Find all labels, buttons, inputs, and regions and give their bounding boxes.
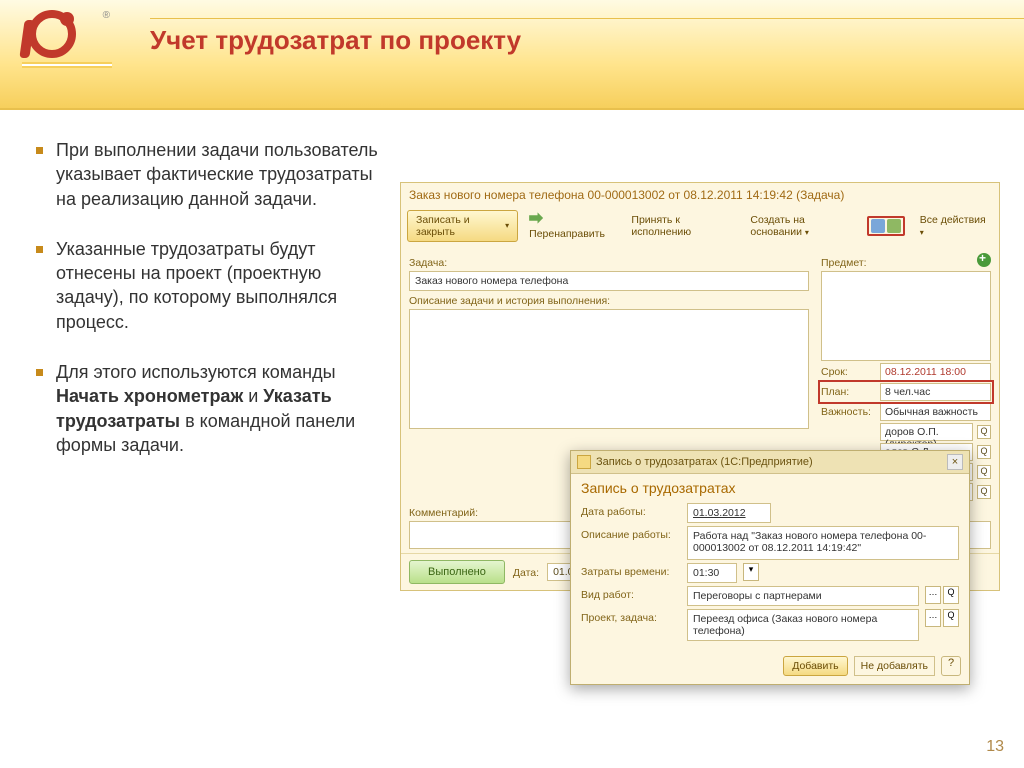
label-desc: Описание задачи и история выполнения: bbox=[409, 295, 809, 307]
forward-button[interactable]: Перенаправить bbox=[522, 207, 620, 244]
work-date-input[interactable]: 01.03.2012 bbox=[687, 503, 771, 523]
highlighted-commands bbox=[867, 216, 905, 236]
logo-1c: ® bbox=[22, 10, 112, 70]
help-icon[interactable]: ? bbox=[941, 656, 961, 676]
labor-icon[interactable] bbox=[887, 219, 901, 233]
importance-field[interactable]: Обычная важность bbox=[880, 403, 991, 421]
time-spent-input[interactable]: 01:30 bbox=[687, 563, 737, 583]
desc-textarea[interactable] bbox=[409, 309, 809, 429]
lookup-icon[interactable]: Q bbox=[977, 465, 991, 479]
bullet-list: При выполнении задачи пользователь указы… bbox=[0, 110, 400, 728]
lookup-icon[interactable]: Q bbox=[943, 609, 959, 627]
slide-title: Учет трудозатрат по проекту bbox=[150, 25, 1024, 56]
labor-dialog: Запись о трудозатратах (1С:Предприятие) … bbox=[570, 450, 970, 685]
accept-button[interactable]: Принять к исполнению bbox=[624, 210, 739, 242]
task-input[interactable]: Заказ нового номера телефона bbox=[409, 271, 809, 291]
page-number: 13 bbox=[986, 738, 1004, 756]
toolbar: Записать и закрыть▾ Перенаправить Принят… bbox=[401, 202, 999, 249]
bullet-item: При выполнении задачи пользователь указы… bbox=[36, 138, 390, 211]
add-button[interactable]: Добавить bbox=[783, 656, 847, 676]
bullet-item: Указанные трудозатраты будут отнесены на… bbox=[36, 237, 390, 334]
work-kind-input[interactable]: Переговоры с партнерами bbox=[687, 586, 919, 606]
lookup-icon[interactable]: Q bbox=[977, 445, 991, 459]
lookup-icon[interactable]: Q bbox=[977, 485, 991, 499]
skip-button[interactable]: Не добавлять bbox=[854, 656, 935, 676]
lookup-icon[interactable]: Q bbox=[977, 425, 991, 439]
select-icon[interactable]: … bbox=[925, 609, 941, 627]
deadline-field[interactable]: 08.12.2011 18:00 bbox=[880, 363, 991, 381]
all-actions-button[interactable]: Все действия ▾ bbox=[913, 210, 993, 242]
create-based-button[interactable]: Создать на основании ▾ bbox=[743, 210, 862, 242]
dropdown-icon[interactable]: ▾ bbox=[743, 563, 759, 581]
label-subject: Предмет: bbox=[821, 257, 867, 269]
dialog-titlebar[interactable]: Запись о трудозатратах (1С:Предприятие) … bbox=[571, 451, 969, 474]
select-icon[interactable]: … bbox=[925, 586, 941, 604]
dialog-wintitle: Запись о трудозатратах (1С:Предприятие) bbox=[596, 456, 813, 468]
done-button[interactable]: Выполнено bbox=[409, 560, 505, 584]
dialog-heading: Запись о трудозатратах bbox=[571, 474, 969, 498]
arrow-icon bbox=[529, 211, 543, 225]
plan-row: План:8 чел.час bbox=[821, 383, 991, 401]
subject-box[interactable] bbox=[821, 271, 991, 361]
close-icon[interactable]: × bbox=[947, 454, 963, 470]
plus-icon[interactable] bbox=[977, 253, 991, 267]
plan-field[interactable]: 8 чел.час bbox=[880, 383, 991, 401]
app-icon bbox=[577, 455, 591, 469]
label-task: Задача: bbox=[409, 257, 809, 269]
slide-header: ® Учет трудозатрат по проекту bbox=[0, 0, 1024, 110]
window-title: Заказ нового номера телефона 00-00001300… bbox=[401, 183, 999, 202]
save-close-button[interactable]: Записать и закрыть▾ bbox=[407, 210, 518, 242]
clock-icon[interactable] bbox=[871, 219, 885, 233]
work-desc-input[interactable]: Работа над "Заказ нового номера телефона… bbox=[687, 526, 959, 560]
author-field[interactable]: доров О.П. (директор) bbox=[880, 423, 973, 441]
bullet-item: Для этого используются команды Начать хр… bbox=[36, 360, 390, 457]
project-task-input[interactable]: Переезд офиса (Заказ нового номера телеф… bbox=[687, 609, 919, 641]
lookup-icon[interactable]: Q bbox=[943, 586, 959, 604]
